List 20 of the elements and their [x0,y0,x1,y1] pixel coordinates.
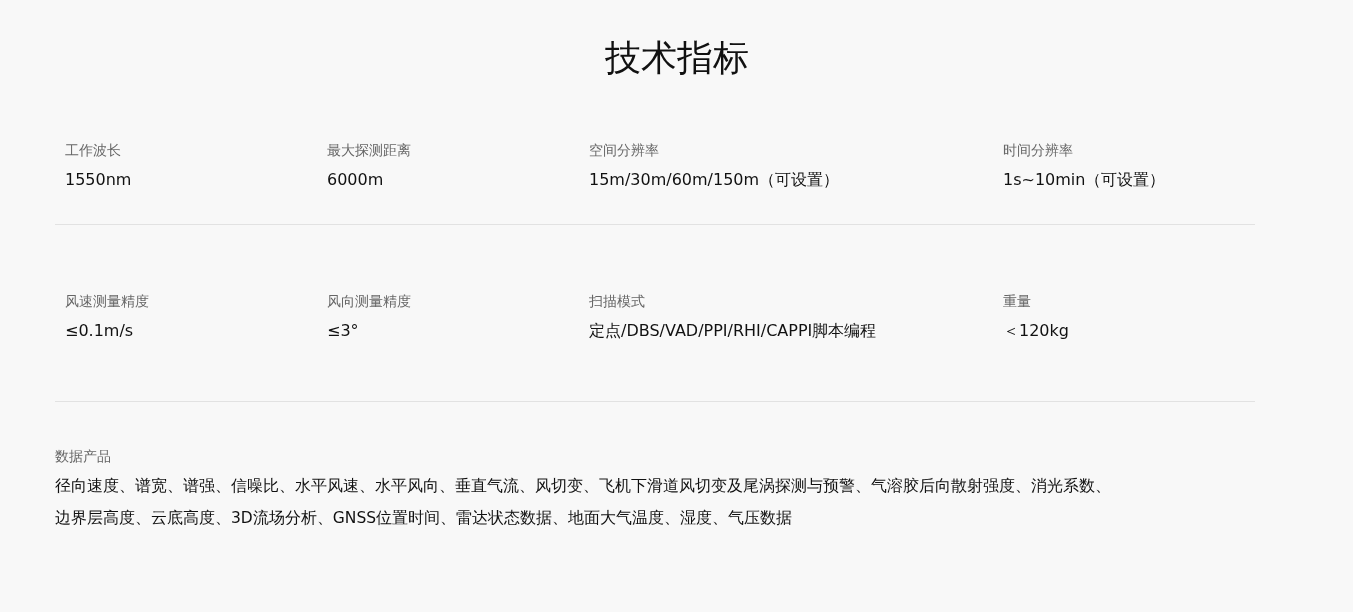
spec-label: 风速测量精度 [65,292,149,311]
spec-label: 工作波长 [65,141,121,160]
product-list-text: 边界层高度、云底高度、3D流场分析、GNSS位置时间、雷达状态数据、地面大气温度、湿度、气压数据 [55,508,793,529]
spec-value: 定点/DBS/VAD/PPI/RHI/CAPPI脚本编程 [589,320,877,342]
spec-value: 6000m [327,169,384,191]
spec-label: 空间分辨率 [589,141,659,160]
page-title: 技术指标 [603,36,750,80]
spec-label: 时间分辨率 [1003,141,1073,160]
spec-value: 15m/30m/60m/150m（可设置） [589,169,840,191]
section-label: 数据产品 [55,447,111,466]
spec-value: 1550nm [65,169,132,191]
spec-value: ≤3° [327,320,359,342]
spec-value: ≤0.1m/s [65,320,134,342]
spec-label: 重量 [1003,292,1031,311]
spec-label: 扫描模式 [589,292,645,311]
spec-value: 1s~10min（可设置） [1003,169,1166,191]
product-list-text: 径向速度、谱宽、谱强、信噪比、水平风速、水平风向、垂直气流、风切变、飞机下滑道风切变及尾涡探测与预警、气溶胶后向散射强度、消光系数、 [55,476,1111,497]
spec-value: ＜120kg [1003,320,1069,342]
spec-label: 最大探测距离 [327,141,411,160]
spec-label: 风向测量精度 [327,292,411,311]
